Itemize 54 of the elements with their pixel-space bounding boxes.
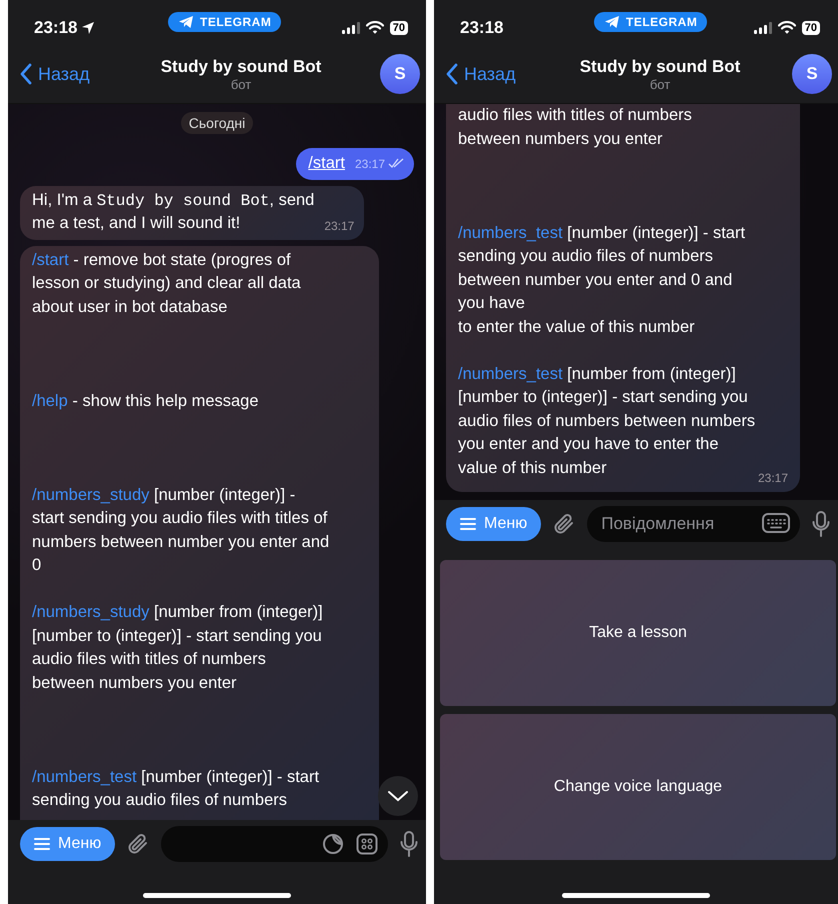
menu-button[interactable]: Меню: [20, 827, 116, 861]
chevron-down-icon: [387, 790, 409, 802]
date-badge: Сьогодні: [180, 112, 254, 134]
paper-plane-icon: [178, 15, 194, 29]
paperclip-icon[interactable]: [127, 832, 150, 856]
signal-icon: [754, 22, 772, 34]
microphone-icon[interactable]: [812, 511, 830, 537]
chat-subtitle: бот: [230, 76, 252, 92]
command-link[interactable]: /numbers_test: [458, 364, 563, 382]
status-time: 23:18: [460, 16, 504, 38]
bot-avatar[interactable]: S: [792, 54, 832, 94]
microphone-icon[interactable]: [400, 831, 418, 857]
sticker-icon[interactable]: [322, 833, 344, 855]
battery-level: 70: [802, 20, 820, 34]
emoji-grid-icon[interactable]: [356, 833, 378, 855]
message-time: 23:17: [324, 220, 354, 232]
command-link[interactable]: /numbers_test: [458, 224, 563, 242]
bot-avatar[interactable]: S: [380, 54, 420, 94]
keyboard-button[interactable]: Take a lesson: [440, 560, 836, 706]
command-link[interactable]: /numbers_test: [32, 768, 137, 786]
command-link[interactable]: /numbers_study: [32, 486, 150, 504]
menu-icon: [34, 837, 50, 851]
message-field[interactable]: Повідомлення: [587, 506, 800, 542]
chat-title: Study by sound Bot: [580, 56, 740, 76]
chat-subtitle: бот: [650, 76, 670, 92]
message-time: 23:17: [758, 472, 788, 484]
scroll-down-button[interactable]: [378, 776, 418, 816]
command-link[interactable]: /start: [32, 250, 69, 268]
status-time: 23:18: [34, 16, 78, 38]
telegram-pill[interactable]: TELEGRAM: [168, 12, 282, 32]
message-time: 23:17: [354, 158, 385, 170]
chevron-left-icon: [20, 63, 32, 85]
paperclip-icon[interactable]: [553, 512, 576, 536]
message-text: /start - remove bot state (progres of lesson or studying) and clear all data about user in bot database /help - show this help message /numbers_study [number (integer)] - start sending you audio files with titles of numbers between number you enter and 0 /numbers_study [number from (integer)] [number to (integer)] - start sending you audio files with titles of numbers between numbers you enter /numbers_test [number (integer)] - start sending you audio files of numbers: [32, 250, 330, 809]
back-button[interactable]: Назад: [442, 63, 542, 85]
wifi-icon: [778, 21, 796, 34]
back-button[interactable]: Назад: [16, 63, 116, 85]
command-link[interactable]: /numbers_study: [32, 603, 150, 621]
keyboard-button[interactable]: Change voice language: [440, 714, 836, 860]
menu-icon: [460, 517, 476, 531]
message-text: /start: [308, 154, 345, 172]
wifi-icon: [366, 21, 384, 34]
battery-level: 70: [390, 20, 408, 34]
message-text: audio files with titles of numbers between numbers you enter /numbers_test [number (integer)] - start sending you audio files of numbers between number you enter and 0 and you have to enter the value of this number /numbers_test [number from (integer)] [number to (integer)] - start sending you audio files of numbers between numbers you enter and you have to enter the value of this number: [458, 106, 756, 476]
chevron-left-icon: [446, 63, 458, 85]
message-field[interactable]: [161, 826, 388, 862]
message-text: Hi, I'm a Study by sound Bot, send me a test, and I will sound it!: [32, 190, 314, 232]
menu-button[interactable]: Меню: [446, 507, 542, 541]
command-link[interactable]: /help: [32, 392, 68, 410]
signal-icon: [342, 22, 360, 34]
paper-plane-icon: [604, 15, 620, 29]
telegram-pill[interactable]: TELEGRAM: [594, 12, 708, 32]
chat-title: Study by sound Bot: [160, 56, 322, 76]
keyboard-icon[interactable]: [762, 513, 790, 533]
